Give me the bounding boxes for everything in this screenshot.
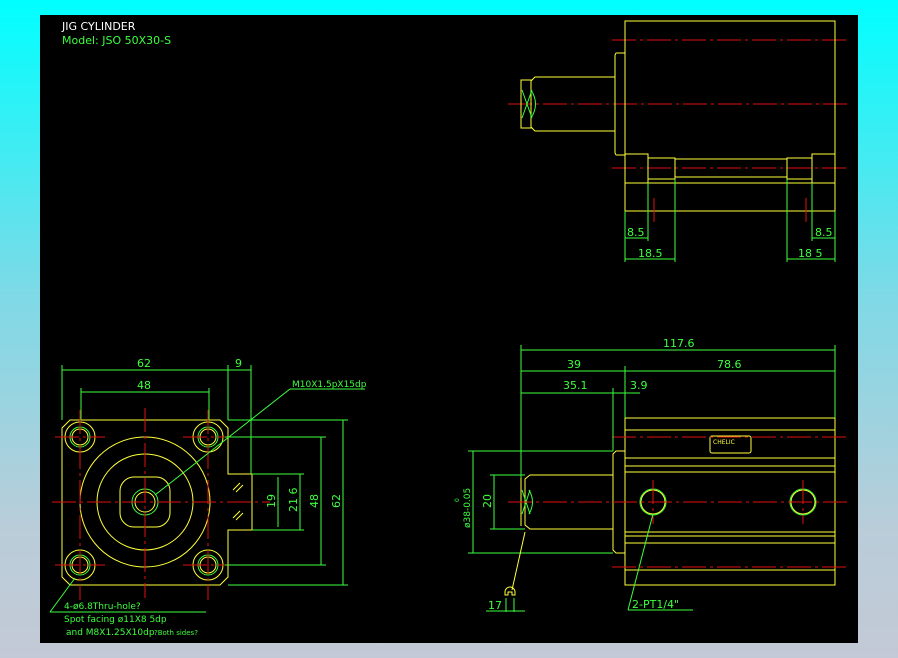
port-note: 2-PT1/4" bbox=[632, 598, 679, 611]
dim-top-right-8-5: 8.5 bbox=[815, 226, 833, 239]
dim-top-left-8-5: 8.5 bbox=[627, 226, 645, 239]
dim-front-62: 62 bbox=[137, 357, 151, 370]
dim-side-117-6: 117.6 bbox=[663, 337, 695, 350]
dim-side-3-9: 3.9 bbox=[630, 379, 648, 392]
drawing: JIG CYLINDER Model: JSO 50X30-S 8.5 18.5… bbox=[49, 20, 850, 638]
dim-front-21-6: 21 6 bbox=[287, 488, 300, 513]
drawing-title: JIG CYLINDER bbox=[61, 20, 136, 33]
thread-note: M10X1.5pX15dp bbox=[292, 380, 367, 390]
side-view: CHELIC 117.6 39 78.6 35.1 3.9 ø38-0.05 0… bbox=[454, 337, 850, 612]
dim-side-diameter: ø38-0.05 bbox=[463, 488, 473, 528]
hole-note-4: ?Both sides? bbox=[154, 629, 198, 637]
dim-side-78-6: 78.6 bbox=[717, 358, 742, 371]
hole-note-2: Spot facing ø11X8 5dp bbox=[64, 615, 167, 625]
dim-front-48-vertical: 48 bbox=[308, 494, 321, 508]
dim-front-19: 19 bbox=[265, 494, 278, 508]
dim-side-17: 17 bbox=[488, 599, 502, 612]
dim-front-48: 48 bbox=[137, 379, 151, 392]
model-label: Model: JSO 50X30-S bbox=[62, 34, 171, 47]
hole-note-1: 4-ø6.8Thru-hole? bbox=[64, 602, 141, 612]
dim-top-left-18-5: 18.5 bbox=[638, 247, 663, 260]
dim-front-9: 9 bbox=[235, 357, 242, 370]
top-view: 8.5 18.5 8.5 18 5 bbox=[508, 20, 850, 262]
dim-side-diameter-tolerance: 0 bbox=[454, 498, 461, 502]
mounting-holes bbox=[64, 421, 224, 581]
dim-side-39: 39 bbox=[567, 358, 581, 371]
hole-note-3: and M8X1.25X10dp bbox=[66, 628, 155, 638]
front-view: 62 9 48 19 21 6 48 62 M10X1.5pX15dp 4-ø6… bbox=[49, 357, 367, 638]
dim-front-62-vertical: 62 bbox=[330, 494, 343, 508]
dim-side-35-1: 35.1 bbox=[563, 379, 588, 392]
cad-drawing-canvas[interactable]: JIG CYLINDER Model: JSO 50X30-S 8.5 18.5… bbox=[40, 15, 858, 643]
dim-side-20: 20 bbox=[481, 494, 494, 508]
dim-top-right-18-5: 18 5 bbox=[798, 247, 823, 260]
nameplate-text: CHELIC bbox=[713, 439, 735, 446]
